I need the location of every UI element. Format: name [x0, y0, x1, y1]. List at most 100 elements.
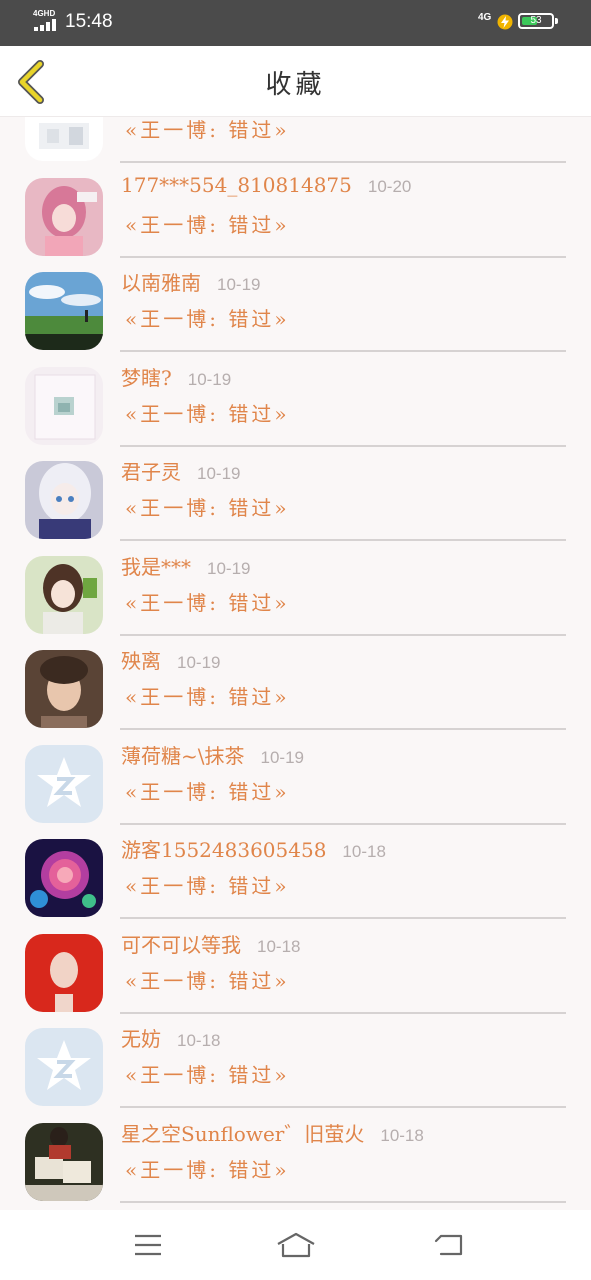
- item-header: 我是*** 10-19: [121, 551, 250, 580]
- clock: 15:48: [65, 11, 113, 32]
- item-header: 梦瞎? 10-19: [121, 362, 231, 391]
- item-date: 10-19: [197, 464, 241, 483]
- red-hair-avatar: [25, 933, 103, 1012]
- list-item[interactable]: 殃离 10-19 «王一博: 错过»: [0, 636, 591, 731]
- item-message: «王一博: 错过»: [125, 874, 290, 898]
- list-item[interactable]: 梦瞎? 10-19 «王一博: 错过»: [0, 353, 591, 448]
- list-item[interactable]: 177***554_810814875 10-20 «王一博: 错过»: [0, 164, 591, 259]
- item-date: 10-19: [260, 747, 304, 767]
- signal-icon: [34, 19, 58, 31]
- item-date: 10-18: [177, 1031, 221, 1050]
- page-title: 收藏: [265, 70, 326, 100]
- item-date: 10-18: [342, 842, 386, 861]
- item-header: 薄荷糖~\抹茶 10-19: [121, 740, 304, 769]
- item-date: 10-19: [187, 369, 232, 389]
- header: 收藏: [0, 46, 591, 117]
- item-name: 君子灵: [121, 460, 181, 484]
- avatar: [25, 933, 103, 1012]
- default-qzone-avatar: [25, 1028, 103, 1106]
- item-header: 无妨 10-18: [121, 1023, 220, 1052]
- avatar: [25, 650, 103, 728]
- avatar: [25, 1122, 103, 1201]
- list-item[interactable]: 我是*** 10-19 «王一博: 错过»: [0, 542, 591, 637]
- back-nav-button[interactable]: [433, 1230, 467, 1260]
- item-date: 10-18: [380, 1125, 424, 1145]
- item-message: «王一博: 错过»: [125, 968, 290, 993]
- avatar: [25, 272, 103, 350]
- item-date: 10-19: [177, 653, 221, 672]
- battery-tip: [555, 18, 558, 24]
- list-item[interactable]: 君子灵 10-19 «王一博: 错过»: [0, 447, 591, 542]
- list-item[interactable]: 星之空Sunflower゛旧萤火 10-18 «王一博: 错过»: [0, 1109, 591, 1204]
- item-name: 177***554_810814875: [121, 172, 352, 197]
- item-name: 无妨: [121, 1027, 161, 1051]
- galaxy-rose-avatar: [25, 839, 103, 917]
- item-message: «王一博: 错过»: [125, 496, 290, 520]
- item-header: 可不可以等我 10-18: [121, 929, 300, 958]
- nav-bar: [0, 1210, 591, 1280]
- item-message: «王一博: 错过»: [125, 779, 290, 804]
- pink-hair-avatar: [25, 177, 103, 256]
- item-date: 10-20: [367, 176, 412, 196]
- list-item-partial[interactable]: «王一博: 错过»: [0, 117, 591, 164]
- photo-avatar: [25, 1122, 103, 1201]
- avatar: [25, 117, 103, 161]
- menu-button[interactable]: [131, 1230, 165, 1260]
- avatar: [25, 1028, 103, 1106]
- item-message: «王一博: 错过»: [125, 118, 290, 142]
- menu-icon: [135, 1234, 161, 1256]
- back-arrow-icon: [434, 1234, 463, 1256]
- item-name: 我是***: [121, 554, 191, 579]
- charging-icon: [497, 14, 513, 30]
- list-item[interactable]: 游客1552483605458 10-18 «王一博: 错过»: [0, 825, 591, 920]
- item-date: 10-19: [207, 558, 251, 578]
- item-name: 游客1552483605458: [121, 838, 327, 862]
- default-qzone-avatar: [25, 744, 103, 823]
- item-message: «王一博: 错过»: [125, 685, 290, 709]
- item-message: «王一博: 错过»: [125, 307, 290, 331]
- avatar: [25, 366, 103, 445]
- item-header: 殃离 10-19: [121, 645, 220, 674]
- item-name: 可不可以等我: [121, 932, 241, 957]
- item-message: «王一博: 错过»: [125, 590, 290, 615]
- list-item[interactable]: 以南雅南 10-19 «王一博: 错过»: [0, 258, 591, 353]
- avatar: [25, 177, 103, 256]
- item-header: 君子灵 10-19: [121, 456, 240, 485]
- avatar: [25, 555, 103, 634]
- battery-icon: 53: [518, 13, 554, 29]
- item-message: «王一博: 错过»: [125, 1157, 290, 1182]
- item-header: 游客1552483605458 10-18: [121, 834, 386, 863]
- white-hair-avatar: [25, 461, 103, 539]
- status-bar: 4GHD 15:48 4G 53: [0, 0, 591, 46]
- framed-picture-avatar: [25, 366, 103, 445]
- item-message: «王一博: 错过»: [125, 1063, 290, 1087]
- home-button[interactable]: [276, 1230, 316, 1260]
- network-type-right: 4G: [478, 12, 492, 23]
- item-header: 177***554_810814875 10-20: [121, 173, 411, 197]
- item-message: «王一博: 错过»: [125, 401, 290, 426]
- sky-field-avatar: [25, 272, 103, 350]
- anime-girl-avatar: [25, 555, 103, 634]
- avatar: [25, 839, 103, 917]
- divider: [120, 1200, 566, 1203]
- item-message: «王一博: 错过»: [125, 212, 290, 237]
- portrait-avatar: [25, 650, 103, 728]
- item-date: 10-19: [217, 275, 261, 294]
- avatar: [25, 744, 103, 823]
- home-icon: [277, 1232, 315, 1258]
- network-type: 4GHD: [33, 9, 56, 18]
- item-date: 10-18: [257, 936, 301, 956]
- list-item[interactable]: 无妨 10-18 «王一博: 错过»: [0, 1014, 591, 1109]
- item-header: 以南雅南 10-19: [121, 267, 260, 296]
- favorites-list: «王一博: 错过» 177***554_810814875 10-20 «王一博: …: [0, 117, 591, 1210]
- item-header: 星之空Sunflower゛旧萤火 10-18: [121, 1118, 424, 1147]
- list-item[interactable]: 薄荷糖~\抹茶 10-19 «王一博: 错过»: [0, 731, 591, 826]
- item-name: 殃离: [121, 649, 161, 673]
- item-name: 以南雅南: [121, 271, 201, 295]
- item-name: 薄荷糖~\抹茶: [121, 743, 245, 768]
- avatar: [25, 461, 103, 539]
- item-name: 梦瞎?: [121, 365, 172, 390]
- item-name: 星之空Sunflower゛旧萤火: [121, 1121, 365, 1146]
- list-item[interactable]: 可不可以等我 10-18 «王一博: 错过»: [0, 920, 591, 1015]
- battery-level: 53: [530, 15, 542, 26]
